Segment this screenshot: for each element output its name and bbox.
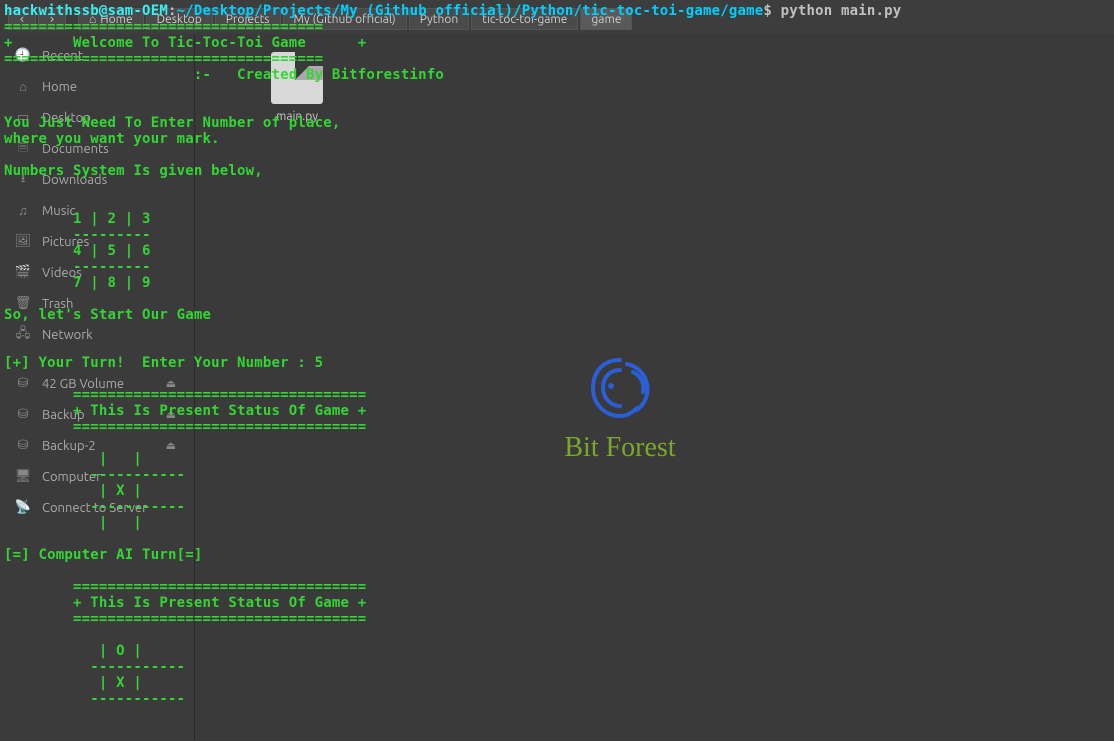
prompt-path: ~/Desktop/Projects/My (Github official)/… (177, 3, 764, 19)
command-text: python main.py (781, 3, 902, 19)
prompt-separator: : (168, 3, 177, 19)
prompt-dollar: $ (763, 3, 780, 19)
prompt-user: hackwithssb@sam-OEM (4, 3, 168, 19)
terminal-output: ===================================== + … (4, 19, 444, 707)
terminal-window[interactable]: hackwithssb@sam-OEM:~/Desktop/Projects/M… (0, 0, 1114, 741)
